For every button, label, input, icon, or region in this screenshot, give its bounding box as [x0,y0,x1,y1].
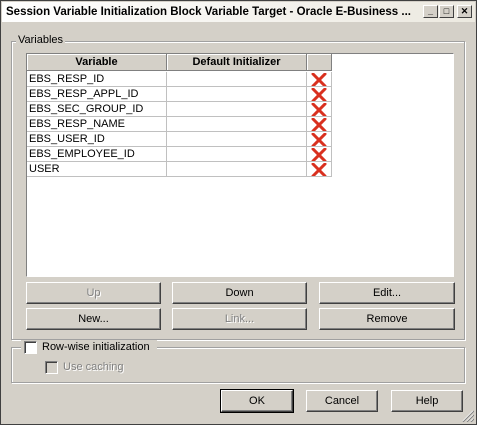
table-header: Variable Default Initializer [27,54,333,72]
variable-cell[interactable]: EBS_RESP_NAME [27,117,167,132]
edit-button[interactable]: Edit... [319,282,455,304]
delete-cell [307,117,332,132]
remove-button[interactable]: Remove [319,308,455,330]
delete-cell [307,87,332,102]
delete-icon[interactable] [311,148,327,162]
default-initializer-cell[interactable] [167,72,307,87]
delete-cell [307,147,332,162]
table-row[interactable]: USER [27,162,333,177]
resize-grip-icon[interactable] [462,410,474,422]
delete-icon[interactable] [311,88,327,102]
title-bar[interactable]: Session Variable Initialization Block Va… [2,2,475,22]
delete-cell [307,132,332,147]
variable-cell[interactable]: EBS_EMPLOYEE_ID [27,147,167,162]
variables-table[interactable]: Variable Default Initializer EBS_RESP_ID… [26,53,454,277]
default-initializer-cell[interactable] [167,147,307,162]
variable-cell[interactable]: EBS_USER_ID [27,132,167,147]
delete-icon[interactable] [311,73,327,87]
maximize-button[interactable]: □ [439,5,454,18]
minimize-button[interactable]: _ [423,5,438,18]
delete-cell [307,162,332,177]
table-row[interactable]: EBS_SEC_GROUP_ID [27,102,333,117]
default-initializer-cell[interactable] [167,87,307,102]
link-button[interactable]: Link... [172,308,307,330]
use-caching-checkbox[interactable] [45,361,58,374]
delete-icon[interactable] [311,118,327,132]
delete-icon[interactable] [311,163,327,177]
table-row[interactable]: EBS_EMPLOYEE_ID [27,147,333,162]
use-caching-label: Use caching [63,361,124,373]
variable-cell[interactable]: EBS_SEC_GROUP_ID [27,102,167,117]
variable-cell[interactable]: EBS_RESP_ID [27,72,167,87]
help-button[interactable]: Help [391,390,463,412]
default-initializer-cell[interactable] [167,102,307,117]
table-row[interactable]: EBS_USER_ID [27,132,333,147]
default-initializer-cell[interactable] [167,132,307,147]
delete-icon[interactable] [311,133,327,147]
cancel-button[interactable]: Cancel [306,390,378,412]
window-title: Session Variable Initialization Block Va… [6,6,411,18]
table-row[interactable]: EBS_RESP_NAME [27,117,333,132]
table-row[interactable]: EBS_RESP_APPL_ID [27,87,333,102]
up-button[interactable]: Up [26,282,161,304]
variables-group-label: Variables [16,34,66,46]
default-initializer-cell[interactable] [167,162,307,177]
column-header-default-initializer[interactable]: Default Initializer [167,54,307,71]
delete-cell [307,72,332,87]
down-button[interactable]: Down [172,282,307,304]
variable-cell[interactable]: USER [27,162,167,177]
new-button[interactable]: New... [26,308,161,330]
default-initializer-cell[interactable] [167,117,307,132]
column-header-variable[interactable]: Variable [27,54,167,71]
variable-cell[interactable]: EBS_RESP_APPL_ID [27,87,167,102]
column-header-delete [307,54,332,71]
delete-icon[interactable] [311,103,327,117]
close-button[interactable]: ✕ [457,5,472,18]
table-row[interactable]: EBS_RESP_ID [27,72,333,87]
delete-cell [307,102,332,117]
row-wise-checkbox[interactable] [24,341,37,354]
row-wise-label: Row-wise initialization [42,341,150,353]
dialog-window: Session Variable Initialization Block Va… [0,0,477,425]
ok-button[interactable]: OK [220,389,294,413]
